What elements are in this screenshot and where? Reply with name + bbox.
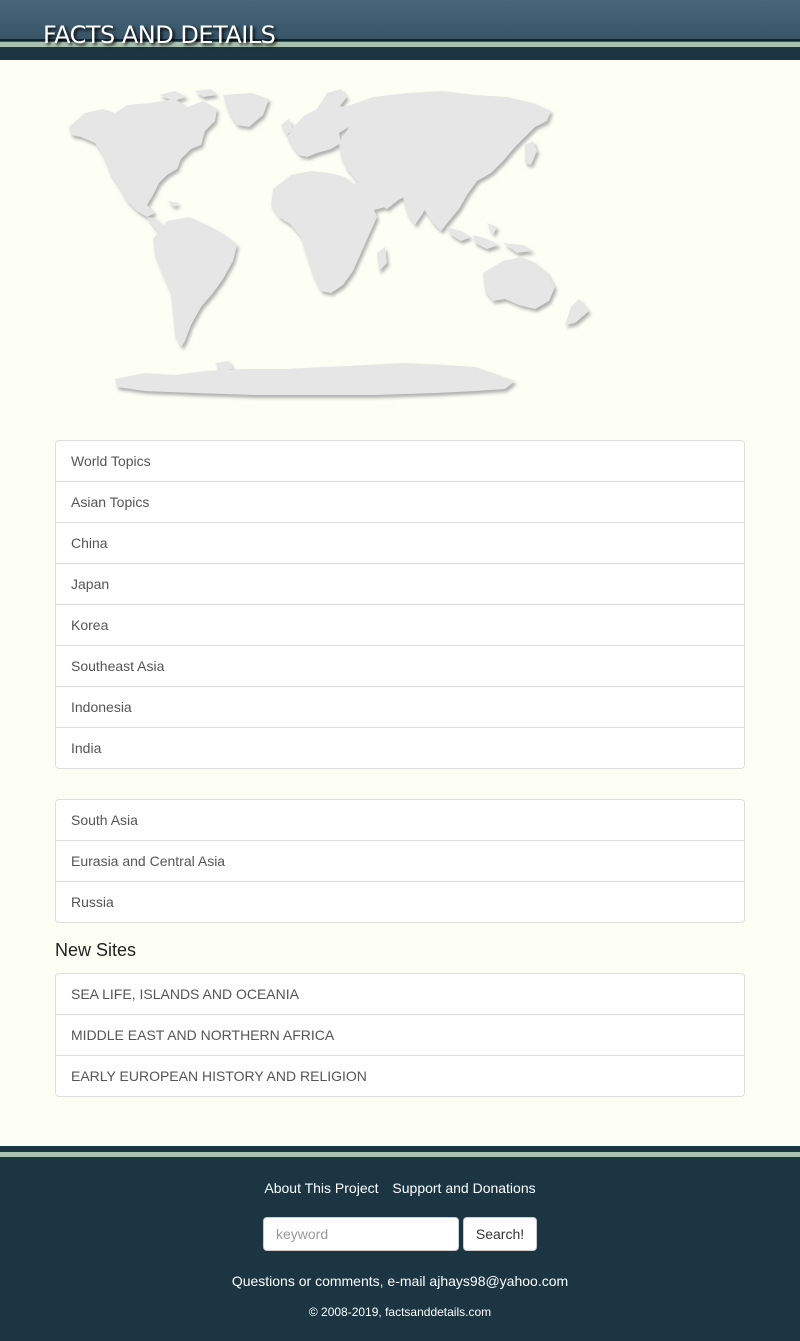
list-item-indonesia[interactable]: Indonesia (56, 686, 744, 727)
world-map-graphic (69, 89, 589, 395)
site-header: FACTS AND DETAILS (0, 0, 800, 60)
primary-topic-list: World Topics Asian Topics China Japan Ko… (55, 440, 745, 769)
new-sites-list: SEA LIFE, ISLANDS AND OCEANIA MIDDLE EAS… (55, 973, 745, 1097)
search-button[interactable]: Search! (463, 1217, 537, 1251)
list-item-russia[interactable]: Russia (56, 881, 744, 922)
footer-stripe (0, 1152, 800, 1157)
list-item-china[interactable]: China (56, 522, 744, 563)
site-footer: About This Project Support and Donations… (0, 1146, 800, 1341)
list-item-south-asia[interactable]: South Asia (56, 800, 744, 840)
secondary-topic-list: South Asia Eurasia and Central Asia Russ… (55, 799, 745, 923)
list-item-sea-life[interactable]: SEA LIFE, ISLANDS AND OCEANIA (56, 974, 744, 1014)
list-item-middle-east[interactable]: MIDDLE EAST AND NORTHERN AFRICA (56, 1014, 744, 1055)
list-item-japan[interactable]: Japan (56, 563, 744, 604)
copyright-text: © 2008-2019, factsanddetails.com (308, 1305, 492, 1319)
list-item-asian-topics[interactable]: Asian Topics (56, 481, 744, 522)
support-link[interactable]: Support and Donations (392, 1180, 535, 1196)
site-title[interactable]: FACTS AND DETAILS (43, 21, 276, 49)
search-input[interactable] (263, 1217, 459, 1251)
contact-text: Questions or comments, e-mail ajhays98@y… (231, 1273, 569, 1289)
search-form: Search! (263, 1217, 537, 1251)
about-link[interactable]: About This Project (264, 1180, 378, 1196)
list-item-early-european[interactable]: EARLY EUROPEAN HISTORY AND RELIGION (56, 1055, 744, 1096)
list-item-world-topics[interactable]: World Topics (56, 441, 744, 481)
list-item-eurasia[interactable]: Eurasia and Central Asia (56, 840, 744, 881)
list-item-india[interactable]: India (56, 727, 744, 768)
footer-links: About This Project Support and Donations (0, 1180, 800, 1196)
world-map-icon[interactable] (55, 85, 615, 405)
list-item-southeast-asia[interactable]: Southeast Asia (56, 645, 744, 686)
list-item-korea[interactable]: Korea (56, 604, 744, 645)
new-sites-heading: New Sites (55, 940, 137, 960)
